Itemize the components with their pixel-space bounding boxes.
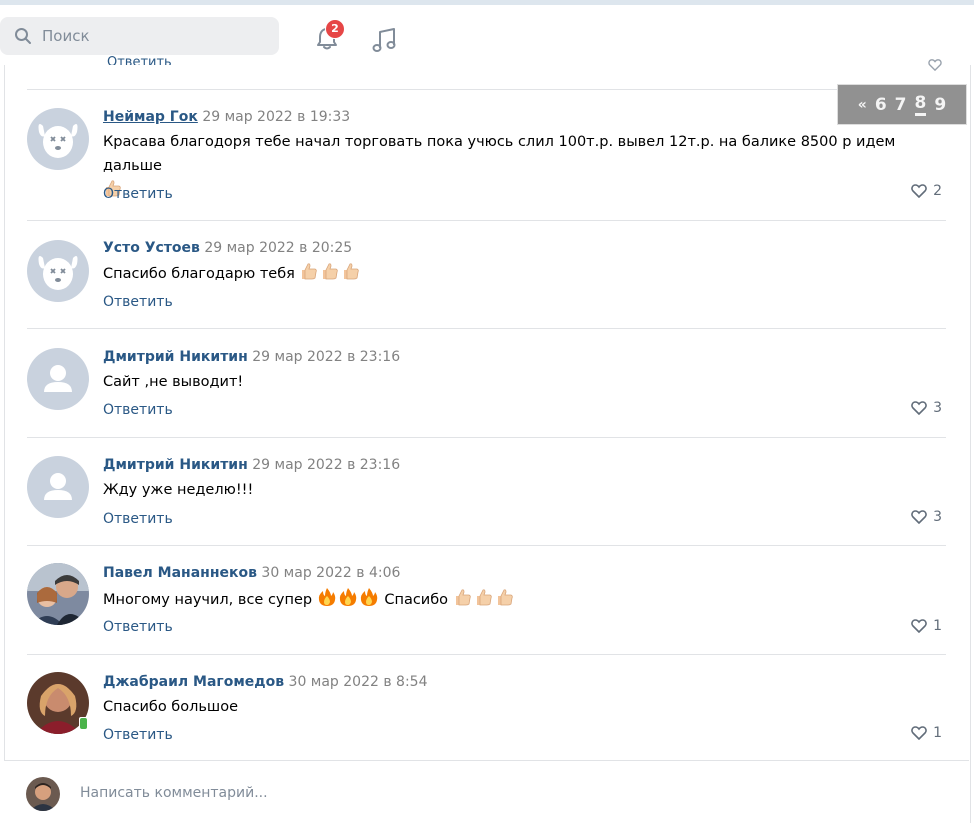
comment-header: Павел Мананнеков 30 мар 2022 в 4:06 [103,565,400,581]
avatar[interactable] [27,348,89,410]
separator [27,545,946,546]
comments-card: Ответить Неймар Гок 29 мар 2022 в 19:33 … [4,55,971,823]
my-avatar [26,777,60,811]
like-button[interactable]: 2 [911,183,942,199]
online-mobile-icon [79,717,88,730]
like-count: 1 [933,725,942,741]
comment-text: Жду уже неделю!!! [103,478,943,502]
avatar[interactable] [27,108,89,170]
heart-icon [911,726,927,740]
user-photo-icon [27,563,89,625]
deactivated-dog-icon [27,240,89,302]
default-user-icon [27,456,89,518]
author-link[interactable]: Неймар Гок [103,109,198,125]
comment-text-content: Спасибо [384,592,449,608]
avatar[interactable] [27,456,89,518]
like-count: 3 [933,509,942,525]
like-button[interactable]: 1 [911,725,942,741]
comment-text-content: Жду уже неделю!!! [103,482,254,498]
comment-text: Многому научил, все супер Спасибо [103,587,943,612]
comment-compose[interactable]: Написать комментарий... [4,760,969,824]
thumbs-up-emoji-icon [302,263,318,280]
reply-link[interactable]: Ответить [103,727,173,743]
pagination-prev[interactable]: « [858,97,867,113]
pagination: « 6 7 8 9 [837,84,967,125]
page-link[interactable]: 9 [934,95,946,115]
comment-text-content: Спасибо большое [103,699,238,715]
comment-date[interactable]: 29 мар 2022 в 19:33 [202,109,350,125]
thumbs-up-emoji-icon [323,263,339,280]
comment-header: Джабраил Магомедов 30 мар 2022 в 8:54 [103,674,428,690]
page-link[interactable]: 7 [895,95,907,115]
heart-icon [911,401,927,415]
user-photo-icon [26,777,60,811]
comment-header: Усто Устоев 29 мар 2022 в 20:25 [103,240,352,256]
comment-text: Красава благодоря тебе начал торговать п… [103,130,943,203]
default-user-icon [27,348,89,410]
comment-text: Сайт ,не выводит! [103,370,943,394]
reply-link[interactable]: Ответить [103,186,173,202]
thumbs-up-emoji-icon [476,589,492,606]
author-link[interactable]: Джабраил Магомедов [103,674,284,690]
author-link[interactable]: Дмитрий Никитин [103,457,248,473]
deactivated-dog-icon [27,108,89,170]
author-link[interactable]: Дмитрий Никитин [103,349,248,365]
comment-header: Дмитрий Никитин 29 мар 2022 в 23:16 [103,349,400,365]
reply-link[interactable]: Ответить [103,619,173,635]
comment-header: Дмитрий Никитин 29 мар 2022 в 23:16 [103,457,400,473]
heart-icon[interactable] [928,59,942,71]
author-link[interactable]: Усто Устоев [103,240,200,256]
comment-text-content: Сайт ,не выводит! [103,374,244,390]
search-input[interactable] [40,26,264,46]
page-link[interactable]: 6 [875,95,887,115]
thumbs-up-emoji-icon [344,263,360,280]
music-icon[interactable] [372,26,398,54]
notification-badge: 2 [325,19,345,39]
comment-header: Неймар Гок 29 мар 2022 в 19:33 [103,109,350,125]
reply-link[interactable]: Ответить [103,402,173,418]
separator [27,89,946,90]
heart-icon [911,619,927,633]
comment-text-content: Спасибо благодарю тебя [103,266,295,282]
like-count: 2 [933,183,942,199]
thumbs-up-emoji-icon [497,589,513,606]
comment-text: Спасибо большое [103,695,943,719]
like-button[interactable]: 1 [911,618,942,634]
comment-date[interactable]: 30 мар 2022 в 8:54 [289,674,428,690]
like-count: 1 [933,618,942,634]
comment-text-content: Многому научил, все супер [103,592,313,608]
comment-text: Спасибо благодарю тебя [103,261,943,286]
search-icon [15,28,31,44]
avatar[interactable] [27,563,89,625]
comment-input[interactable]: Написать комментарий... [80,785,268,801]
separator [27,220,946,221]
comment-date[interactable]: 29 мар 2022 в 23:16 [252,349,400,365]
comment-text-content: Красава благодоря тебе начал торговать п… [103,134,896,174]
fire-emoji-icon [318,588,335,606]
separator [27,328,946,329]
reply-link[interactable]: Ответить [103,511,173,527]
comment-date[interactable]: 29 мар 2022 в 23:16 [252,457,400,473]
avatar[interactable] [27,240,89,302]
heart-icon [911,184,927,198]
thumbs-up-emoji-icon [455,589,471,606]
like-button[interactable]: 3 [911,400,942,416]
page-current: 8 [914,93,927,116]
search-box[interactable] [0,17,279,55]
comment-date[interactable]: 30 мар 2022 в 4:06 [261,565,400,581]
separator [27,654,946,655]
author-link[interactable]: Павел Мананнеков [103,565,257,581]
separator [27,437,946,438]
heart-icon [911,510,927,524]
reply-link[interactable]: Ответить [103,294,173,310]
fire-emoji-icon [360,588,377,606]
prev-reply-link[interactable]: Ответить [107,55,172,65]
like-button[interactable]: 3 [911,509,942,525]
comment-date[interactable]: 29 мар 2022 в 20:25 [204,240,352,256]
like-count: 3 [933,400,942,416]
fire-emoji-icon [339,588,356,606]
